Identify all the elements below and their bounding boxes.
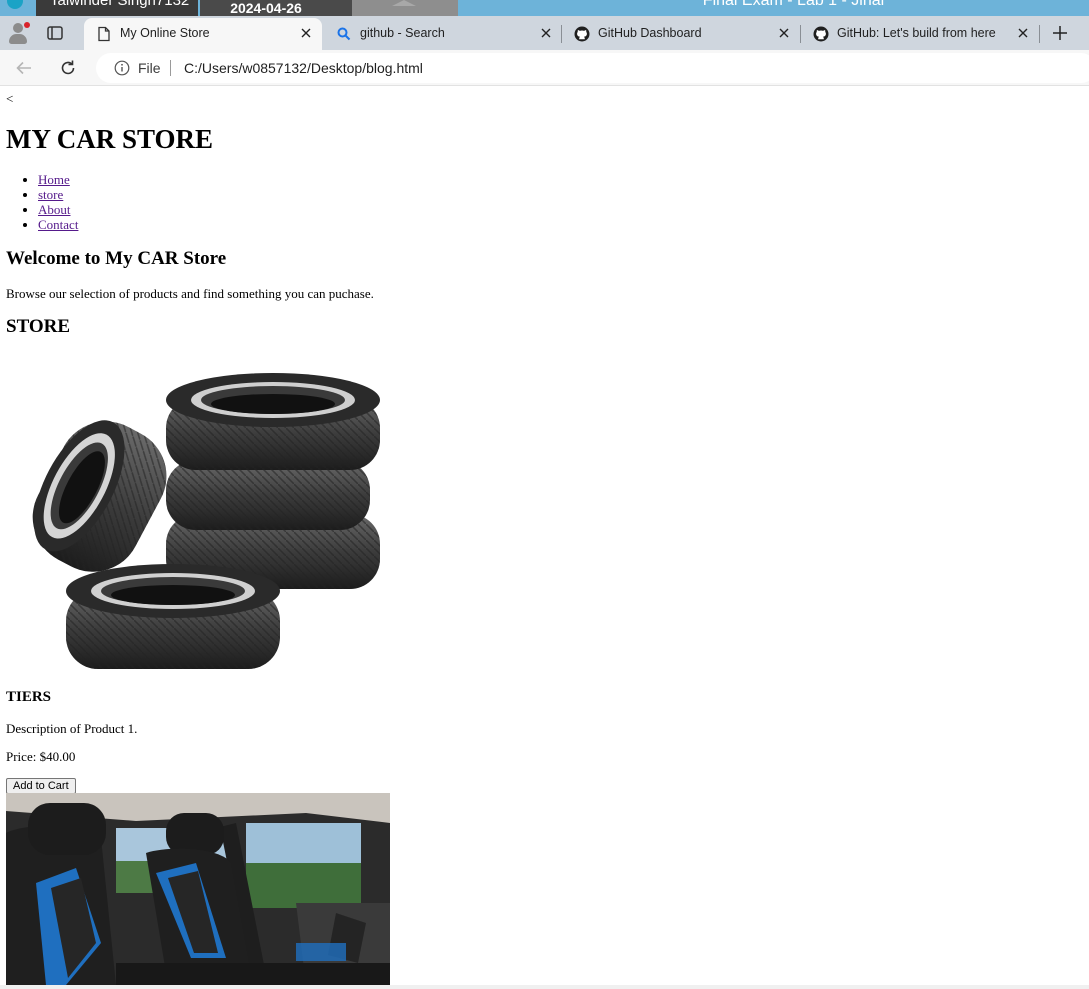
new-tab-plus-icon[interactable] (1050, 23, 1070, 43)
close-icon[interactable] (776, 25, 792, 41)
taskbar-user-label[interactable]: Talwinder Singh7132 (36, 0, 198, 16)
taskbar-strip: Talwinder Singh7132 2024-04-26 Final Exa… (0, 0, 1089, 16)
welcome-heading: Welcome to My CAR Store (6, 248, 227, 269)
address-divider (170, 60, 171, 76)
nav-link-store[interactable]: store (38, 187, 63, 202)
page-viewport: < MY CAR STORE Home store About Contact … (0, 88, 1089, 985)
tab-separator (1039, 25, 1040, 43)
bottom-edge (0, 985, 1089, 989)
taskbar-spacer (352, 0, 458, 16)
github-icon (813, 26, 829, 42)
taskbar-date: 2024-04-26 (200, 0, 352, 16)
tab-label: My Online Store (120, 26, 210, 40)
navigation-bar: File C:/Users/w0857132/Desktop/blog.html (0, 50, 1089, 86)
nav-link-about[interactable]: About (38, 202, 71, 217)
tab-github-dashboard[interactable]: GitHub Dashboard (562, 18, 800, 50)
site-nav-list: Home store About Contact (0, 172, 78, 232)
tab-actions-icon[interactable] (46, 24, 64, 42)
add-to-cart-button[interactable]: Add to Cart (6, 778, 76, 794)
close-icon[interactable] (298, 25, 314, 41)
close-icon[interactable] (538, 25, 554, 41)
site-title: MY CAR STORE (6, 124, 214, 154)
tires-product-image (32, 373, 380, 669)
scheme-label: File (138, 60, 161, 76)
close-icon[interactable] (1015, 25, 1031, 41)
tab-bar: My Online Store github - Search GitHub D… (0, 16, 1089, 50)
car-seat-product-image (6, 793, 390, 985)
stray-text: < (6, 91, 14, 106)
nav-link-home[interactable]: Home (38, 172, 70, 187)
product-description: Description of Product 1. (6, 721, 138, 736)
url-text[interactable]: C:/Users/w0857132/Desktop/blog.html (184, 53, 423, 83)
nav-link-contact[interactable]: Contact (38, 217, 78, 232)
tab-github-home[interactable]: GitHub: Let's build from here (801, 18, 1039, 50)
nav-item: store (38, 187, 78, 202)
tab-github-search[interactable]: github - Search (324, 18, 562, 50)
search-icon (336, 26, 352, 42)
nav-item: Contact (38, 217, 78, 232)
notification-dot-icon (24, 22, 30, 28)
product-name: TIERS (6, 689, 52, 705)
back-arrow-icon[interactable] (14, 58, 34, 78)
tab-my-online-store[interactable]: My Online Store (84, 18, 322, 50)
system-tray-icon[interactable] (7, 0, 23, 9)
store-heading: STORE (6, 316, 71, 337)
nav-item: About (38, 202, 78, 217)
github-icon (574, 26, 590, 42)
document-icon (96, 26, 112, 42)
intro-text: Browse our selection of products and fin… (6, 286, 374, 301)
reload-icon[interactable] (58, 58, 78, 78)
tab-label: github - Search (360, 26, 445, 40)
product-price: Price: $40.00 (6, 749, 76, 764)
profile-avatar-icon[interactable] (6, 21, 30, 45)
info-icon[interactable] (114, 60, 130, 76)
taskbar-exam-title[interactable]: Final Exam - Lab 1 - Jinal (458, 0, 1089, 16)
nav-item: Home (38, 172, 78, 187)
tab-label: GitHub Dashboard (598, 26, 702, 40)
tab-label: GitHub: Let's build from here (837, 26, 996, 40)
address-bar[interactable]: File C:/Users/w0857132/Desktop/blog.html (96, 53, 1089, 83)
